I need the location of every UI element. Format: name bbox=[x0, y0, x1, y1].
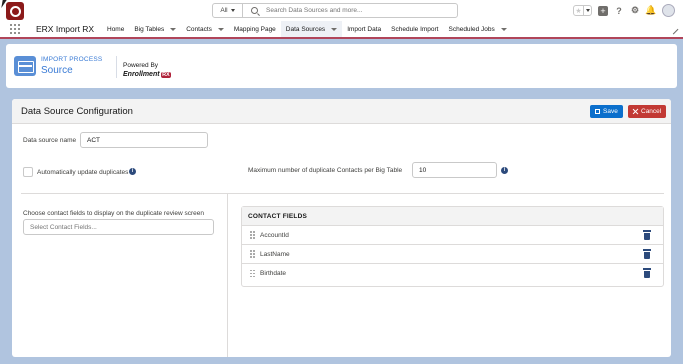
data-source-name-input[interactable] bbox=[80, 132, 208, 148]
data-source-config-card: Data Source Configuration Save Cancel Da… bbox=[12, 99, 671, 357]
search-icon bbox=[251, 7, 258, 14]
contact-fields-panel: CONTACT FIELDS AccountId LastName Birthd… bbox=[241, 206, 664, 287]
contact-field-row: AccountId bbox=[242, 226, 663, 245]
save-button[interactable]: Save bbox=[590, 105, 623, 118]
header-utilities: ★ + ? ⚙ 🔔 bbox=[573, 3, 675, 18]
nav-tab-scheduled-jobs[interactable]: Scheduled Jobs bbox=[444, 20, 512, 38]
help-icon[interactable]: ? bbox=[614, 6, 624, 16]
max-duplicates-input[interactable] bbox=[412, 162, 497, 178]
divider bbox=[21, 193, 664, 194]
divider bbox=[116, 56, 117, 78]
trash-icon[interactable] bbox=[643, 249, 651, 259]
powered-by-label: Powered By bbox=[123, 62, 159, 69]
trash-icon[interactable] bbox=[643, 268, 651, 278]
page-title: Source bbox=[41, 65, 73, 76]
contact-field-label: Birthdate bbox=[260, 270, 287, 277]
drag-handle-icon[interactable] bbox=[250, 231, 255, 239]
nav-tab-data-sources[interactable]: Data Sources bbox=[280, 21, 343, 39]
contact-field-label: LastName bbox=[260, 250, 290, 258]
page-header: IMPORT PROCESS Source Powered By Enrollm… bbox=[6, 44, 677, 88]
close-icon bbox=[633, 109, 638, 114]
contact-fields-header: CONTACT FIELDS bbox=[242, 207, 663, 226]
nav-tab-schedule-import[interactable]: Schedule Import bbox=[386, 20, 443, 38]
enrollment-rx-logo: Enrollment RX bbox=[123, 71, 172, 78]
contact-field-row: Birthdate bbox=[242, 264, 663, 283]
drag-handle-icon[interactable] bbox=[250, 250, 255, 258]
nav-tab-contacts[interactable]: Contacts bbox=[181, 20, 229, 38]
avatar[interactable] bbox=[662, 4, 675, 17]
max-duplicates-label: Maximum number of duplicate Contacts per… bbox=[248, 167, 403, 174]
choose-fields-label: Choose contact fields to display on the … bbox=[23, 210, 205, 217]
chevron-down-icon bbox=[230, 9, 235, 12]
gear-icon[interactable]: ⚙ bbox=[630, 5, 640, 16]
notifications-bell-icon[interactable]: 🔔 bbox=[645, 5, 656, 16]
chevron-down-icon[interactable] bbox=[170, 27, 177, 31]
trash-icon[interactable] bbox=[643, 230, 651, 240]
favorites-group: ★ bbox=[573, 5, 592, 16]
nav-tab-mapping-page[interactable]: Mapping Page bbox=[229, 20, 281, 38]
app-launcher-icon[interactable] bbox=[10, 24, 20, 34]
app-logo[interactable] bbox=[6, 2, 24, 20]
auto-update-duplicates-checkbox[interactable] bbox=[23, 167, 33, 177]
data-source-name-label: Data source name bbox=[23, 137, 77, 144]
page-eyebrow: IMPORT PROCESS bbox=[41, 56, 103, 63]
global-search: All bbox=[212, 3, 458, 18]
search-scope-dropdown[interactable]: All bbox=[213, 4, 243, 17]
card-title: Data Source Configuration bbox=[21, 106, 133, 117]
global-header: All ★ + ? ⚙ 🔔 bbox=[0, 0, 683, 21]
chevron-down-icon[interactable] bbox=[217, 27, 224, 31]
save-icon bbox=[595, 109, 600, 114]
contact-field-label: AccountId bbox=[260, 231, 289, 239]
nav-tab-big-tables[interactable]: Big Tables bbox=[129, 20, 181, 38]
chevron-down-icon[interactable] bbox=[500, 27, 507, 31]
app-nav-bar: ERX Import RX Home Big Tables Contacts M… bbox=[0, 21, 683, 39]
drag-handle-icon[interactable] bbox=[250, 269, 255, 278]
cancel-button[interactable]: Cancel bbox=[628, 105, 667, 118]
search-input[interactable] bbox=[266, 7, 446, 14]
auto-update-duplicates-label: Automatically update duplicates bbox=[37, 169, 129, 176]
card-header: Data Source Configuration Save Cancel bbox=[12, 99, 671, 124]
contact-field-row: LastName bbox=[242, 245, 663, 264]
favorite-star-icon[interactable]: ★ bbox=[574, 6, 583, 15]
global-actions-icon[interactable]: + bbox=[598, 5, 608, 16]
favorites-menu-button[interactable] bbox=[583, 6, 591, 15]
info-icon[interactable]: i bbox=[501, 167, 508, 174]
contact-fields-select[interactable] bbox=[23, 219, 214, 235]
edit-nav-pencil-icon[interactable] bbox=[668, 24, 679, 35]
data-source-icon bbox=[14, 56, 36, 76]
app-name: ERX Import RX bbox=[36, 24, 95, 34]
chevron-down-icon[interactable] bbox=[331, 27, 338, 31]
divider bbox=[227, 194, 228, 357]
nav-tab-home[interactable]: Home bbox=[102, 20, 129, 38]
nav-tab-import-data[interactable]: Import Data bbox=[342, 20, 386, 38]
search-scope-label: All bbox=[220, 7, 228, 14]
info-icon[interactable]: i bbox=[129, 168, 136, 175]
